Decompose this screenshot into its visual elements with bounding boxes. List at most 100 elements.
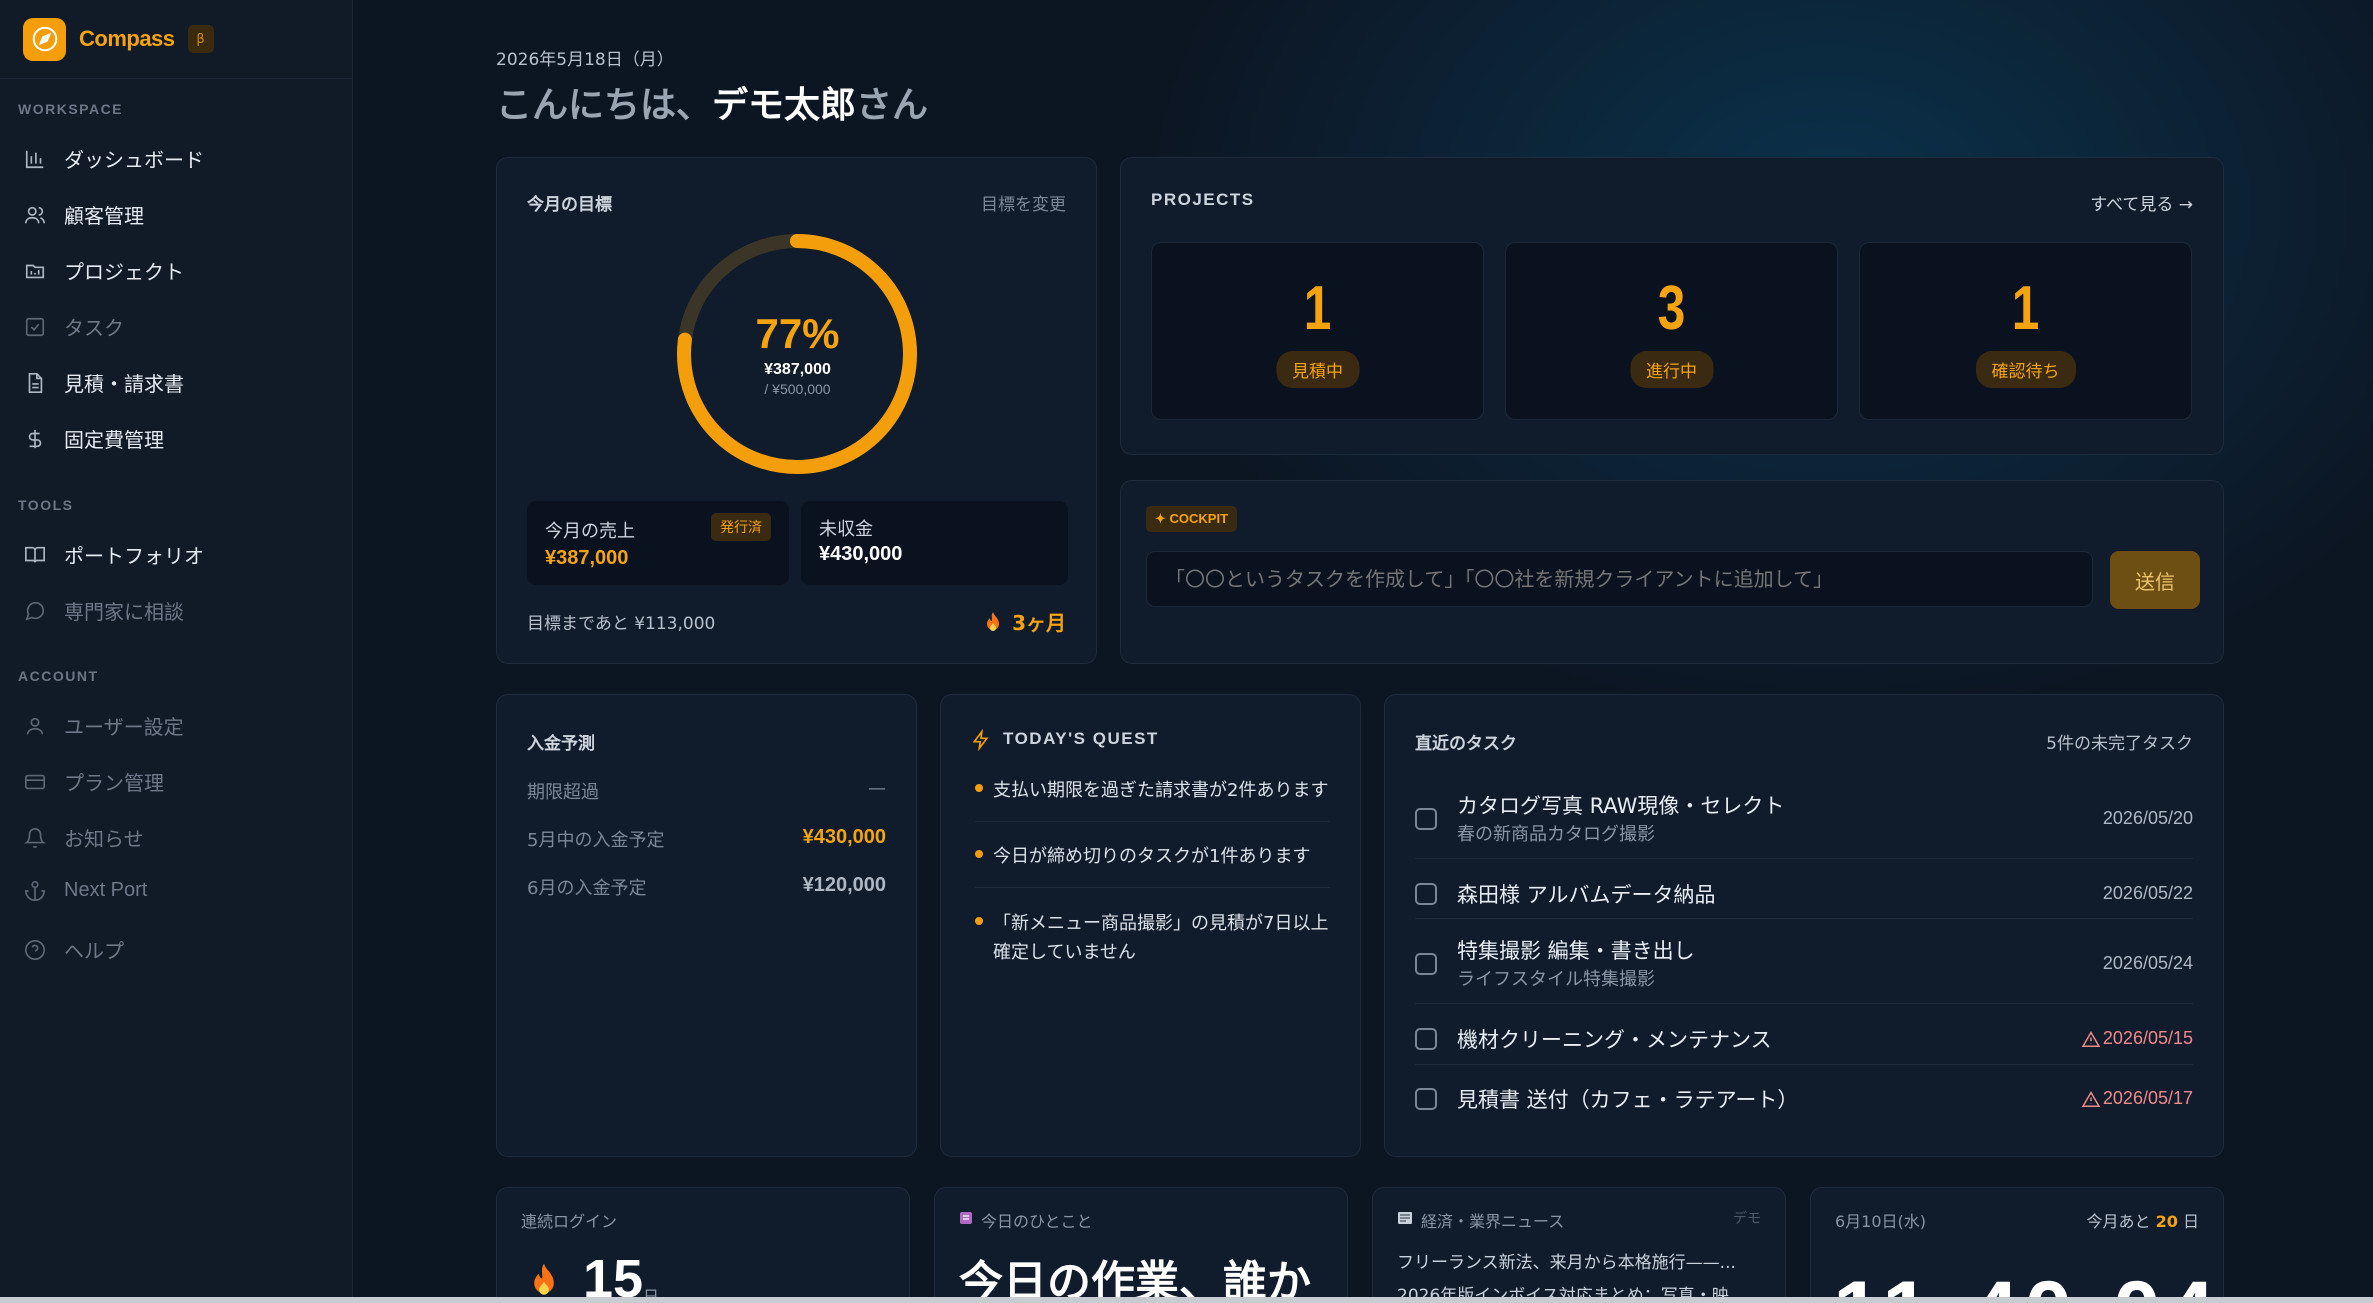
goal-card: 今月の目標 目標を変更 77% ¥387,000 / ¥500,000 今月の売… <box>496 157 1097 664</box>
task-checkbox[interactable] <box>1415 883 1437 905</box>
sidebar-item-label: ヘルプ <box>64 939 124 963</box>
tasks-card: 直近のタスク 5件の未完了タスク カタログ写真 RAW現像・セレクト 春の新商品… <box>1384 694 2224 1157</box>
divider <box>975 821 1330 822</box>
unpaid-value: ¥430,000 <box>819 543 903 565</box>
forecast-row-overdue: 期限超過 — <box>527 778 886 804</box>
sidebar-item-plan[interactable]: プラン管理 <box>24 767 164 796</box>
forecast-title: 入金予測 <box>527 734 595 754</box>
divider <box>1415 858 2193 859</box>
project-stat-awaiting[interactable]: 1 確認待ち <box>1859 242 2192 420</box>
quest-card: TODAY'S QUEST 支払い期限を過ぎた請求書が2件あります 今日が締め切… <box>940 694 1361 1157</box>
goal-percent: 77% <box>755 310 840 357</box>
projects-card: PROJECTS すべて見る → 1 見積中 3 進行中 1 確認待ち <box>1120 157 2224 455</box>
see-all-link[interactable]: すべて見る → <box>2090 190 2193 215</box>
sidebar-item-next-port[interactable]: Next Port <box>24 879 147 902</box>
task-checkbox[interactable] <box>1415 1028 1437 1050</box>
daily-word-card: 今日のひとこと 今日の作業、誰か <box>934 1187 1348 1303</box>
check-square-icon <box>25 317 45 336</box>
news-card: 経済・業界ニュース デモ フリーランス新法、来月から本格施行——... 2026… <box>1372 1187 1786 1303</box>
forecast-label: 6月の入金予定 <box>527 878 647 899</box>
sidebar-item-portfolio[interactable]: ポートフォリオ <box>24 540 204 569</box>
login-streak-card: 連続ログイン 15 日 <box>496 1187 910 1303</box>
card-icon <box>25 774 45 789</box>
task-checkbox[interactable] <box>1415 1088 1437 1110</box>
forecast-value: ¥120,000 <box>802 874 886 896</box>
task-row[interactable]: カタログ写真 RAW現像・セレクト 春の新商品カタログ撮影 2026/05/20 <box>1415 790 2193 850</box>
task-name: カタログ写真 RAW現像・セレクト <box>1457 794 1785 818</box>
sidebar-item-dashboard[interactable]: ダッシュボード <box>24 144 204 173</box>
beta-badge: β <box>187 25 214 53</box>
streak: 3ヶ月 <box>984 607 1066 636</box>
anchor-icon <box>25 880 45 901</box>
greeting-suffix: さん <box>856 85 929 126</box>
memo-icon <box>960 1212 972 1224</box>
project-stat-label: 進行中 <box>1630 351 1713 388</box>
greeting-prefix: こんにちは、 <box>496 85 713 126</box>
task-date-overdue: 2026/05/17 <box>2081 1088 2193 1109</box>
project-stat-count: 1 <box>2011 274 2040 343</box>
task-row[interactable]: 森田様 アルバムデータ納品 2026/05/22 <box>1415 875 2193 935</box>
divider <box>1415 918 2193 919</box>
countdown-prefix: 今月あと <box>2086 1212 2151 1231</box>
project-stat-in-progress[interactable]: 3 進行中 <box>1505 242 1838 420</box>
sidebar-item-help[interactable]: ヘルプ <box>24 935 124 964</box>
flame-icon <box>534 1263 554 1295</box>
section-workspace: WORKSPACE <box>18 101 124 117</box>
clock-card: 6月10日(水) 今月あと 20 日 11:40:04 <box>1810 1187 2224 1303</box>
task-project: ライフスタイル特集撮影 <box>1457 969 1655 990</box>
task-row[interactable]: 特集撮影 編集・書き出し ライフスタイル特集撮影 2026/05/24 <box>1415 935 2193 995</box>
task-checkbox[interactable] <box>1415 808 1437 830</box>
goal-title: 今月の目標 <box>527 195 612 215</box>
warning-icon <box>2081 1090 2100 1107</box>
dollar-icon <box>28 429 42 448</box>
project-stat-label: 確認待ち <box>1975 351 2076 388</box>
login-label: 連続ログイン <box>521 1212 618 1231</box>
task-date: 2026/05/15 <box>2102 1028 2193 1048</box>
task-row[interactable]: 機材クリーニング・メンテナンス 2026/05/15 <box>1415 1020 2193 1080</box>
send-button[interactable]: 送信 <box>2110 551 2200 609</box>
sidebar-item-quotes[interactable]: 見積・請求書 <box>24 368 184 397</box>
clock-date: 6月10日(水) <box>1835 1212 1927 1231</box>
lightning-icon <box>972 729 989 751</box>
task-name: 森田様 アルバムデータ納品 <box>1457 883 1716 907</box>
brand[interactable]: Compass β <box>0 0 352 79</box>
news-item[interactable]: フリーランス新法、来月から本格施行——... <box>1397 1248 1736 1273</box>
sidebar: Compass β WORKSPACE TOOLS ACCOUNT ダッシュボー… <box>0 0 353 1303</box>
task-checkbox[interactable] <box>1415 953 1437 975</box>
sidebar-item-tasks[interactable]: タスク <box>24 312 124 341</box>
sidebar-item-notifications[interactable]: お知らせ <box>24 823 144 852</box>
project-stat-estimating[interactable]: 1 見積中 <box>1151 242 1484 420</box>
sidebar-item-customers[interactable]: 顧客管理 <box>24 200 144 229</box>
sidebar-item-projects[interactable]: プロジェクト <box>24 256 184 285</box>
forecast-label: 期限超過 <box>527 782 599 803</box>
section-account: ACCOUNT <box>18 668 99 684</box>
unpaid-label: 未収金 <box>819 519 873 540</box>
countdown-days: 20 <box>2155 1212 2178 1231</box>
task-name: 見積書 送付（カフェ・ラテアート） <box>1457 1088 1799 1112</box>
sidebar-item-label: 顧客管理 <box>64 204 144 228</box>
task-name: 特集撮影 編集・書き出し <box>1457 939 1695 963</box>
cockpit-input[interactable] <box>1146 551 2093 607</box>
task-row[interactable]: 見積書 送付（カフェ・ラテアート） 2026/05/17 <box>1415 1081 2193 1141</box>
brand-name: Compass <box>79 26 175 51</box>
issued-badge: 発行済 <box>711 513 771 541</box>
book-icon <box>25 546 45 562</box>
quest-title: TODAY'S QUEST <box>1003 729 1159 748</box>
change-goal-link[interactable]: 目標を変更 <box>981 190 1066 215</box>
bell-icon <box>24 827 46 848</box>
project-stat-count: 3 <box>1657 274 1686 343</box>
sidebar-item-consult[interactable]: 専門家に相談 <box>24 596 184 625</box>
task-name: 機材クリーニング・メンテナンス <box>1457 1028 1772 1052</box>
quest-item[interactable]: 支払い期限を過ぎた請求書が2件あります <box>975 776 1330 805</box>
sidebar-item-fixed-costs[interactable]: 固定費管理 <box>24 424 164 453</box>
task-date: 2026/05/24 <box>2102 953 2193 973</box>
cockpit-badge: ✦ COCKPIT <box>1146 506 1238 532</box>
task-date: 2026/05/20 <box>2102 808 2193 828</box>
task-date: 2026/05/17 <box>2102 1088 2193 1108</box>
quest-item[interactable]: 「新メニュー商品撮影」の見積が7日以上確定していません <box>975 909 1330 967</box>
user-name: デモ太郎 <box>712 85 857 126</box>
divider <box>1415 1003 2193 1004</box>
unpaid-box: 未収金 ¥430,000 <box>801 501 1068 585</box>
quest-item[interactable]: 今日が締め切りのタスクが1件あります <box>975 842 1330 871</box>
sidebar-item-user-settings[interactable]: ユーザー設定 <box>24 711 184 740</box>
